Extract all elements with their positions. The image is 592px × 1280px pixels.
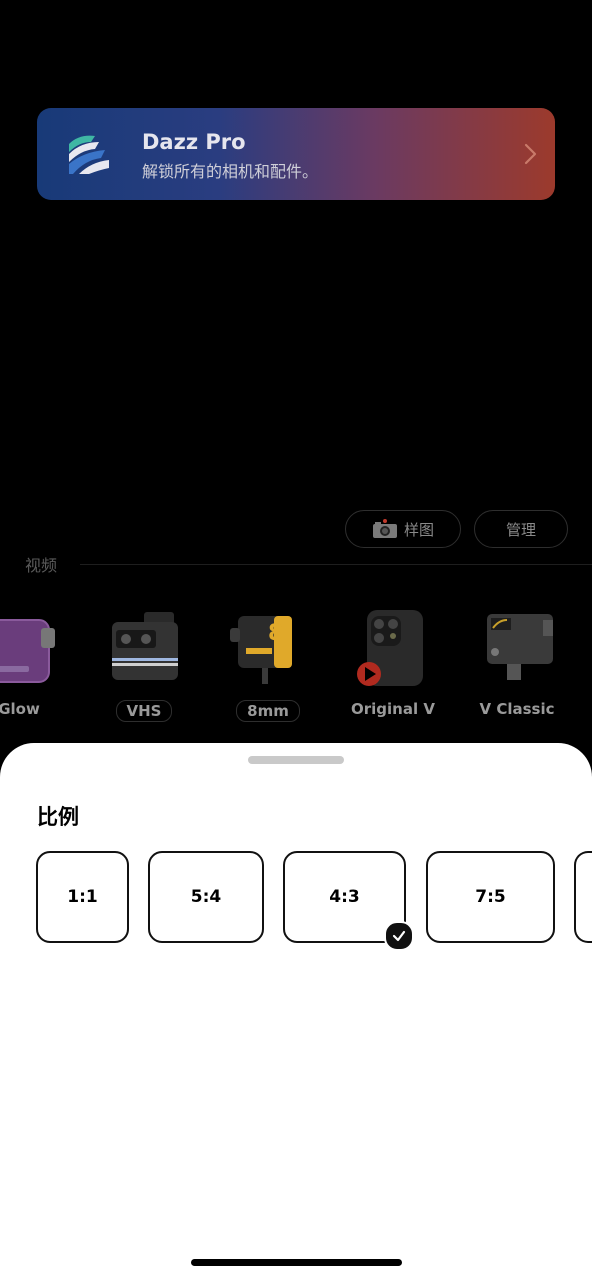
svg-text:8: 8 bbox=[268, 621, 283, 646]
camera-label: 8mm bbox=[213, 700, 323, 722]
promo-subtitle: 解锁所有的相机和配件。 bbox=[142, 162, 319, 181]
ratio-label: 4:3 bbox=[329, 887, 360, 907]
8mm-camera-icon: 8 bbox=[230, 616, 292, 684]
camera-item-glow[interactable]: Glow bbox=[0, 600, 74, 725]
ratio-option-1-1[interactable]: 1:1 bbox=[36, 851, 129, 943]
camera-item-original-v[interactable]: Original V bbox=[338, 600, 448, 725]
glow-camera-icon bbox=[0, 619, 55, 683]
ratio-label: 5:4 bbox=[190, 887, 222, 907]
dazz-logo-icon bbox=[69, 135, 109, 174]
section-divider bbox=[80, 564, 592, 565]
camera-label: V Classic bbox=[479, 700, 555, 718]
camera-icon bbox=[372, 519, 397, 538]
ratio-option-7-5[interactable]: 7:5 bbox=[426, 851, 555, 943]
sheet-title: 比例 bbox=[37, 805, 79, 829]
v-classic-camera-icon bbox=[487, 614, 553, 680]
camera-item-v-classic[interactable]: V Classic bbox=[462, 600, 572, 725]
ratio-label: 1:1 bbox=[67, 887, 98, 907]
video-section-label: 视频 bbox=[25, 556, 58, 575]
vhs-camera-icon bbox=[112, 612, 178, 680]
manage-button[interactable]: 管理 bbox=[474, 510, 568, 548]
sheet-grabber[interactable] bbox=[248, 756, 344, 764]
chevron-right-icon bbox=[524, 143, 537, 165]
sample-photos-button[interactable]: 样图 bbox=[345, 510, 461, 548]
ratio-label: 7:5 bbox=[475, 887, 506, 907]
camera-item-8mm[interactable]: 8 8mm bbox=[213, 600, 323, 725]
camera-label: VHS bbox=[89, 700, 199, 722]
ratio-option-partial[interactable] bbox=[574, 851, 592, 943]
ratio-option-5-4[interactable]: 5:4 bbox=[148, 851, 264, 943]
camera-item-vhs[interactable]: VHS bbox=[89, 600, 199, 725]
phone-video-camera-icon bbox=[357, 610, 423, 686]
camera-label: Original V bbox=[351, 700, 435, 718]
checkmark-icon bbox=[384, 921, 414, 951]
camera-label: Glow bbox=[0, 700, 40, 718]
home-indicator bbox=[191, 1259, 402, 1266]
aspect-ratio-sheet: 比例 1:1 5:4 4:3 7:5 bbox=[0, 743, 592, 1280]
ratio-option-4-3[interactable]: 4:3 bbox=[283, 851, 414, 951]
sample-photos-label: 样图 bbox=[403, 520, 434, 539]
promo-title: Dazz Pro bbox=[142, 130, 246, 154]
manage-label: 管理 bbox=[505, 520, 536, 539]
dazz-pro-banner[interactable]: Dazz Pro 解锁所有的相机和配件。 bbox=[37, 108, 555, 200]
